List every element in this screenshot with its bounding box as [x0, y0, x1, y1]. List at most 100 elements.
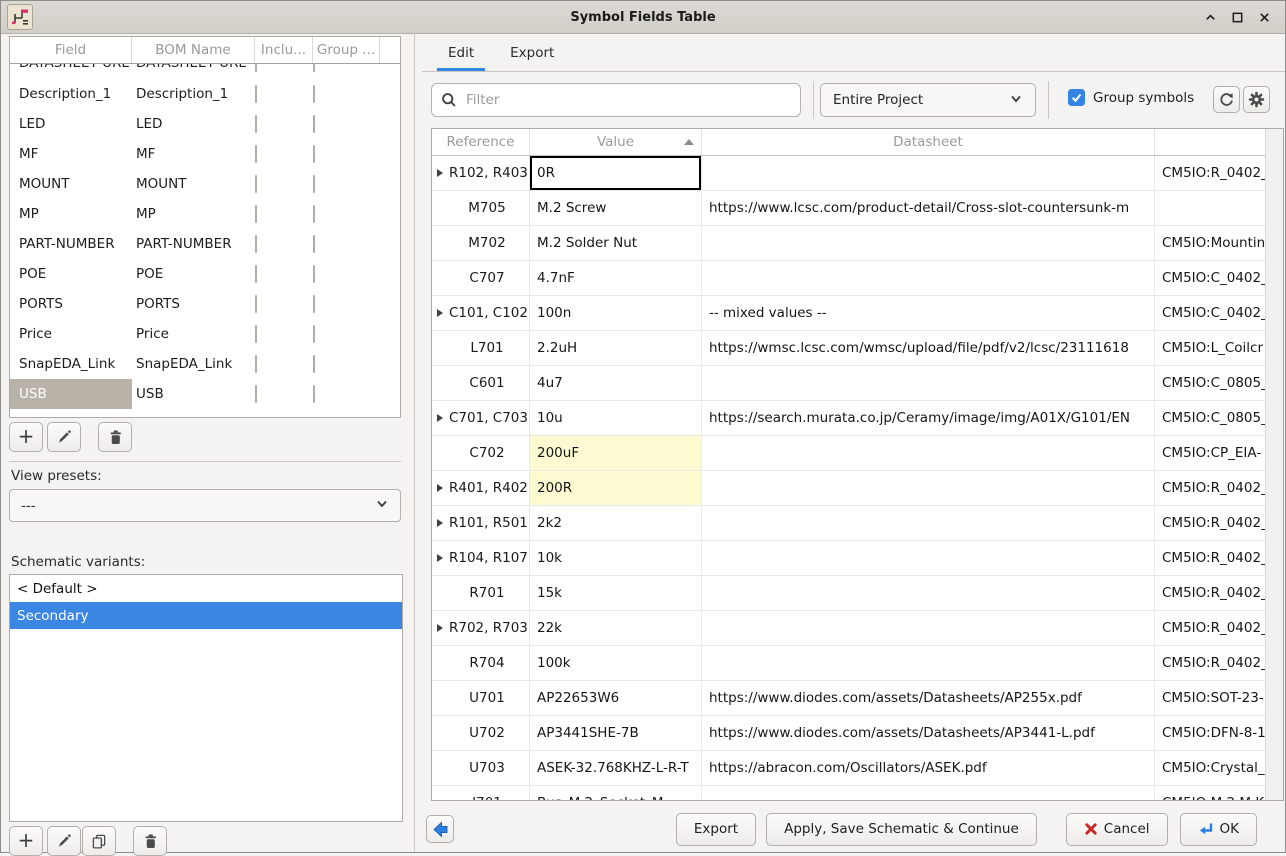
- group-expand-icon[interactable]: [437, 414, 443, 422]
- close-button[interactable]: [1255, 8, 1273, 26]
- datasheet-cell[interactable]: [702, 576, 1155, 610]
- export-button[interactable]: Export: [676, 813, 756, 846]
- datasheet-cell[interactable]: [702, 436, 1155, 470]
- datasheet-cell[interactable]: https://www.lcsc.com/product-detail/Cros…: [702, 191, 1155, 225]
- column-header-include[interactable]: Inclu...: [255, 37, 313, 63]
- datasheet-cell[interactable]: [702, 366, 1155, 400]
- group-by-checkbox[interactable]: [313, 235, 315, 253]
- cancel-button[interactable]: Cancel: [1066, 813, 1168, 846]
- reference-cell[interactable]: C601: [432, 366, 530, 400]
- field-name-cell[interactable]: MOUNT: [10, 169, 132, 199]
- include-checkbox[interactable]: [255, 175, 257, 193]
- edit-field-button[interactable]: [47, 422, 81, 452]
- bom-name-cell[interactable]: Description_1: [132, 86, 255, 102]
- edit-variant-button[interactable]: [47, 826, 81, 856]
- datasheet-cell[interactable]: [702, 261, 1155, 295]
- footprint-cell[interactable]: CM5IO:L_Coilcr: [1155, 331, 1283, 365]
- column-header-group[interactable]: Group ...: [313, 37, 380, 63]
- footprint-cell[interactable]: CM5IO:R_0402_: [1155, 611, 1283, 645]
- reference-cell[interactable]: U703: [432, 751, 530, 785]
- footprint-cell[interactable]: CM5IO:C_0402_: [1155, 296, 1283, 330]
- value-cell[interactable]: 4.7nF: [530, 261, 702, 295]
- apply-save-continue-button[interactable]: Apply, Save Schematic & Continue: [766, 813, 1037, 846]
- bom-name-cell[interactable]: MOUNT: [132, 176, 255, 192]
- footprint-cell[interactable]: CM5IO:C_0805_: [1155, 401, 1283, 435]
- add-field-button[interactable]: +: [9, 422, 43, 452]
- value-cell[interactable]: 10u: [530, 401, 702, 435]
- field-row[interactable]: Description_1Description_1: [10, 79, 400, 109]
- field-name-cell[interactable]: Price: [10, 319, 132, 349]
- bom-name-cell[interactable]: USB: [132, 386, 255, 402]
- value-cell[interactable]: 100n: [530, 296, 702, 330]
- value-cell[interactable]: ASEK-32.768KHZ-L-R-T: [530, 751, 702, 785]
- column-header-reference[interactable]: Reference: [432, 129, 530, 155]
- datasheet-cell[interactable]: [702, 541, 1155, 575]
- reference-cell[interactable]: C101, C102: [432, 296, 530, 330]
- datasheet-cell[interactable]: https://search.murata.co.jp/Ceramy/image…: [702, 401, 1155, 435]
- reference-cell[interactable]: R401, R402: [432, 471, 530, 505]
- footprint-cell[interactable]: CM5IO:DFN-8-1: [1155, 716, 1283, 750]
- bom-name-cell[interactable]: MF: [132, 146, 255, 162]
- footprint-cell[interactable]: CM5IO:C_0805_: [1155, 366, 1283, 400]
- include-checkbox[interactable]: [255, 115, 257, 133]
- include-checkbox[interactable]: [255, 85, 257, 103]
- datasheet-cell[interactable]: [702, 506, 1155, 540]
- column-header-bom-name[interactable]: BOM Name: [132, 37, 255, 63]
- field-row[interactable]: LEDLED: [10, 109, 400, 139]
- group-by-checkbox[interactable]: [313, 175, 315, 193]
- variant-item[interactable]: Secondary: [10, 602, 402, 629]
- reference-cell[interactable]: R701: [432, 576, 530, 610]
- reference-cell[interactable]: R101, R501: [432, 506, 530, 540]
- group-expand-icon[interactable]: [437, 169, 443, 177]
- reference-cell[interactable]: U702: [432, 716, 530, 750]
- include-checkbox[interactable]: [255, 355, 257, 373]
- value-cell[interactable]: 100k: [530, 646, 702, 680]
- datasheet-cell[interactable]: https://wmsc.lcsc.com/wmsc/upload/file/p…: [702, 331, 1155, 365]
- scope-select[interactable]: Entire Project: [820, 83, 1036, 117]
- field-name-cell[interactable]: MP: [10, 199, 132, 229]
- footprint-cell[interactable]: CM5IO:C_0402_: [1155, 261, 1283, 295]
- value-cell[interactable]: 2k2: [530, 506, 702, 540]
- footprint-cell[interactable]: CM5IO:M.2 M K: [1155, 786, 1283, 801]
- group-by-checkbox[interactable]: [313, 295, 315, 313]
- bom-name-cell[interactable]: DATASHEET URL: [132, 64, 255, 71]
- field-row[interactable]: POEPOE: [10, 259, 400, 289]
- group-expand-icon[interactable]: [437, 554, 443, 562]
- copy-variant-button[interactable]: [82, 826, 116, 856]
- include-checkbox[interactable]: [255, 145, 257, 163]
- reference-cell[interactable]: C702: [432, 436, 530, 470]
- add-variant-button[interactable]: +: [9, 826, 43, 856]
- field-row[interactable]: DATASHEET URLDATASHEET URL: [10, 64, 400, 79]
- value-cell[interactable]: AP22653W6: [530, 681, 702, 715]
- field-row[interactable]: SnapEDA_LinkSnapEDA_Link: [10, 349, 400, 379]
- footprint-cell[interactable]: CM5IO:Crystal_: [1155, 751, 1283, 785]
- refresh-button[interactable]: [1213, 86, 1240, 113]
- field-name-cell[interactable]: USB: [10, 379, 132, 409]
- field-row[interactable]: PORTSPORTS: [10, 289, 400, 319]
- panel-splitter[interactable]: [414, 33, 415, 852]
- value-cell[interactable]: 10k: [530, 541, 702, 575]
- field-row[interactable]: USBUSB: [10, 379, 400, 409]
- datasheet-cell[interactable]: https://www.diodes.com/assets/Datasheets…: [702, 716, 1155, 750]
- bom-name-cell[interactable]: PART-NUMBER: [132, 236, 255, 252]
- reference-cell[interactable]: R704: [432, 646, 530, 680]
- group-by-checkbox[interactable]: [313, 85, 315, 103]
- bom-name-cell[interactable]: POE: [132, 266, 255, 282]
- reference-cell[interactable]: R104, R107: [432, 541, 530, 575]
- group-by-checkbox[interactable]: [313, 64, 315, 72]
- group-by-checkbox[interactable]: [313, 205, 315, 223]
- reference-cell[interactable]: J701: [432, 786, 530, 801]
- include-checkbox[interactable]: [255, 385, 257, 403]
- footprint-cell[interactable]: [1155, 191, 1283, 225]
- ok-button[interactable]: OK: [1180, 813, 1257, 846]
- tab-edit[interactable]: Edit: [435, 36, 487, 71]
- column-header-datasheet[interactable]: Datasheet: [702, 129, 1155, 155]
- titlebar[interactable]: Symbol Fields Table: [1, 1, 1285, 34]
- bom-name-cell[interactable]: Price: [132, 326, 255, 342]
- value-cell[interactable]: AP3441SHE-7B: [530, 716, 702, 750]
- column-header-value[interactable]: Value: [530, 129, 702, 155]
- value-cell[interactable]: M.2 Screw: [530, 191, 702, 225]
- field-name-cell[interactable]: POE: [10, 259, 132, 289]
- field-row[interactable]: MPMP: [10, 199, 400, 229]
- group-by-checkbox[interactable]: [313, 355, 315, 373]
